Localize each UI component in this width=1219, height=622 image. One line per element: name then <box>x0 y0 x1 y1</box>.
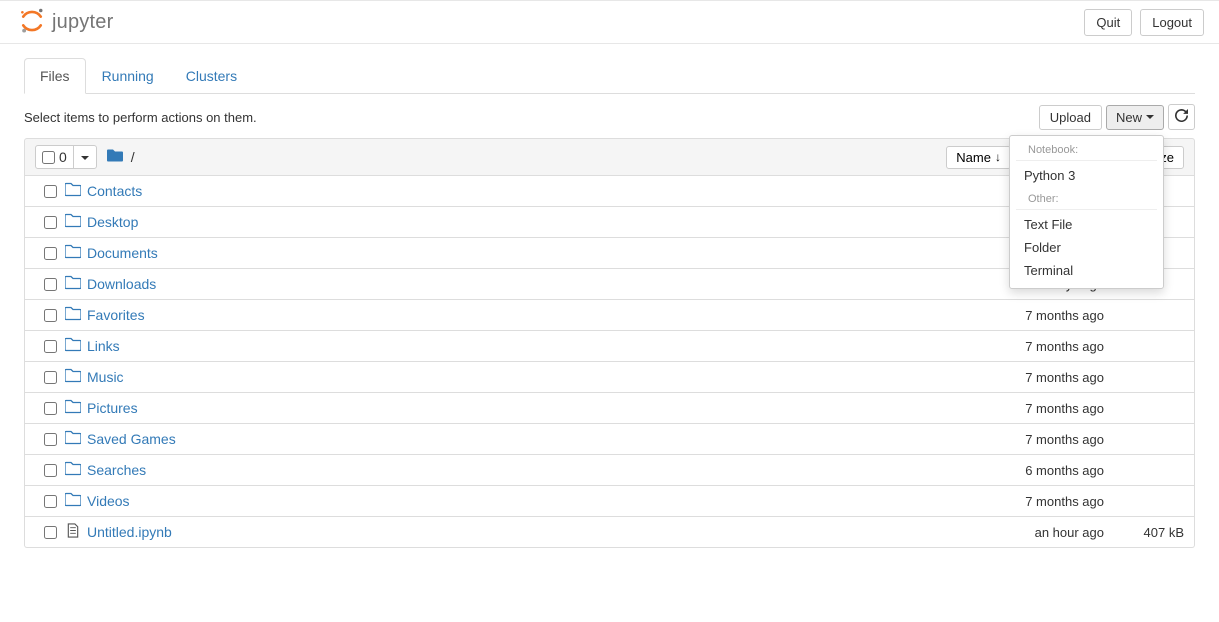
file-link[interactable]: Pictures <box>87 400 138 416</box>
notebook-icon <box>65 523 81 541</box>
logout-button[interactable]: Logout <box>1140 9 1204 36</box>
select-type-dropdown[interactable] <box>73 146 96 168</box>
sort-name-button[interactable]: Name ↓ <box>946 146 1011 169</box>
file-link[interactable]: Desktop <box>87 214 138 230</box>
file-modified: 7 months ago <box>924 494 1104 509</box>
action-hint: Select items to perform actions on them. <box>24 110 257 125</box>
file-modified: 7 months ago <box>924 308 1104 323</box>
jupyter-logo-icon <box>18 7 46 38</box>
file-row: Links 7 months ago <box>24 331 1195 362</box>
new-menu-python3[interactable]: Python 3 <box>1010 164 1163 187</box>
quit-button[interactable]: Quit <box>1084 9 1132 36</box>
file-modified: an hour ago <box>924 525 1104 540</box>
file-link[interactable]: Searches <box>87 462 146 478</box>
tab-files[interactable]: Files <box>24 58 86 94</box>
file-link[interactable]: Downloads <box>87 276 156 292</box>
row-checkbox[interactable] <box>44 309 57 322</box>
logo-text: jupyter <box>52 11 113 34</box>
caret-down-icon <box>1146 115 1154 119</box>
breadcrumb-folder-icon[interactable] <box>107 148 123 166</box>
row-checkbox[interactable] <box>44 464 57 477</box>
file-row: Untitled.ipynb an hour ago407 kB <box>24 517 1195 548</box>
file-row: Pictures 7 months ago <box>24 393 1195 424</box>
row-checkbox[interactable] <box>44 185 57 198</box>
folder-icon <box>65 492 81 510</box>
selected-count: 0 <box>59 149 67 165</box>
new-button-label: New <box>1116 110 1142 125</box>
file-modified: 7 months ago <box>924 401 1104 416</box>
folder-icon <box>65 213 81 231</box>
new-dropdown-menu: Notebook: Python 3 Other: Text File Fold… <box>1009 135 1164 289</box>
new-menu-text-file[interactable]: Text File <box>1010 213 1163 236</box>
folder-icon <box>65 275 81 293</box>
file-modified: 7 months ago <box>924 339 1104 354</box>
row-checkbox[interactable] <box>44 340 57 353</box>
row-checkbox[interactable] <box>44 247 57 260</box>
folder-icon <box>65 430 81 448</box>
file-modified: 6 months ago <box>924 463 1104 478</box>
select-all-group[interactable]: 0 <box>35 145 97 169</box>
folder-icon <box>65 368 81 386</box>
file-row: Saved Games 7 months ago <box>24 424 1195 455</box>
select-all-checkbox[interactable] <box>42 151 55 164</box>
file-link[interactable]: Documents <box>87 245 158 261</box>
file-row: Music 7 months ago <box>24 362 1195 393</box>
file-link[interactable]: Saved Games <box>87 431 176 447</box>
refresh-icon <box>1175 110 1188 125</box>
file-link[interactable]: Untitled.ipynb <box>87 524 172 540</box>
logo[interactable]: jupyter <box>18 7 113 38</box>
file-row: Videos 7 months ago <box>24 486 1195 517</box>
upload-button[interactable]: Upload <box>1039 105 1102 130</box>
file-link[interactable]: Videos <box>87 493 130 509</box>
file-modified: 7 months ago <box>924 432 1104 447</box>
folder-icon <box>65 244 81 262</box>
folder-icon <box>65 182 81 200</box>
breadcrumb-root: / <box>131 149 135 165</box>
file-modified: 7 months ago <box>924 370 1104 385</box>
row-checkbox[interactable] <box>44 371 57 384</box>
file-link[interactable]: Favorites <box>87 307 145 323</box>
row-checkbox[interactable] <box>44 402 57 415</box>
arrow-down-icon: ↓ <box>995 150 1001 164</box>
file-row: Favorites 7 months ago <box>24 300 1195 331</box>
row-checkbox[interactable] <box>44 433 57 446</box>
new-menu-folder[interactable]: Folder <box>1010 236 1163 259</box>
folder-icon <box>65 461 81 479</box>
new-menu-terminal[interactable]: Terminal <box>1010 259 1163 282</box>
tab-clusters[interactable]: Clusters <box>170 58 253 94</box>
file-link[interactable]: Contacts <box>87 183 142 199</box>
row-checkbox[interactable] <box>44 495 57 508</box>
new-menu-other-label: Other: <box>1016 191 1157 210</box>
folder-icon <box>65 399 81 417</box>
new-dropdown-button[interactable]: New <box>1106 105 1164 130</box>
col-name-label: Name <box>956 150 991 165</box>
folder-icon <box>65 306 81 324</box>
file-size: 407 kB <box>1104 525 1184 540</box>
file-link[interactable]: Links <box>87 338 120 354</box>
caret-down-icon <box>81 156 89 160</box>
new-menu-notebook-label: Notebook: <box>1016 142 1157 161</box>
folder-icon <box>65 337 81 355</box>
file-row: Searches 6 months ago <box>24 455 1195 486</box>
refresh-button[interactable] <box>1168 104 1195 130</box>
row-checkbox[interactable] <box>44 526 57 539</box>
file-link[interactable]: Music <box>87 369 124 385</box>
row-checkbox[interactable] <box>44 216 57 229</box>
row-checkbox[interactable] <box>44 278 57 291</box>
tab-running[interactable]: Running <box>86 58 170 94</box>
